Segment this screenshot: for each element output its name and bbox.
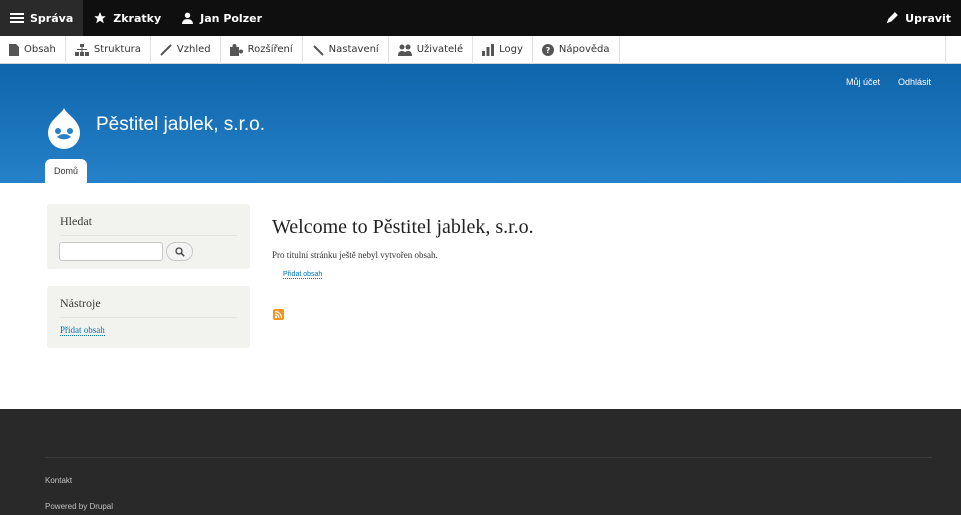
admin-menu-label: Logy bbox=[499, 44, 523, 55]
empty-front-text: Pro titulní stránku ještě nebyl vytvořen… bbox=[272, 250, 438, 260]
admin-menu-item-reports[interactable]: Logy bbox=[473, 35, 533, 64]
toolbar-user[interactable]: Jan Polzer bbox=[171, 0, 272, 36]
star-icon bbox=[94, 12, 107, 24]
tools-add-content-link[interactable]: Přidat obsah bbox=[60, 325, 105, 336]
admin-menu-item-people[interactable]: Uživatelé bbox=[389, 35, 474, 64]
toolbar-manage-label: Správa bbox=[30, 11, 74, 25]
rss-feed-icon[interactable] bbox=[273, 309, 284, 320]
admin-menu-label: Uživatelé bbox=[416, 44, 464, 55]
admin-menu-label: Rozšíření bbox=[247, 44, 293, 55]
toolbar-shortcuts-label: Zkratky bbox=[113, 11, 162, 25]
toolbar-shortcuts[interactable]: Zkratky bbox=[83, 0, 171, 36]
add-content-link[interactable]: Přidat obsah bbox=[283, 271, 323, 279]
users-icon bbox=[397, 44, 412, 56]
admin-menu-item-config[interactable]: Nastavení bbox=[303, 35, 389, 64]
wrench-icon bbox=[312, 44, 324, 56]
footer-contact-link[interactable]: Kontakt bbox=[45, 476, 72, 485]
page-title: Welcome to Pěstitel jablek, s.r.o. bbox=[272, 216, 534, 238]
admin-menu-item-structure[interactable]: Struktura bbox=[66, 35, 151, 64]
logout-link[interactable]: Odhlásit bbox=[898, 77, 931, 87]
sitemap-icon bbox=[74, 43, 89, 56]
site-footer: Kontakt Powered by Drupal bbox=[0, 409, 961, 515]
tools-block-title: Nástroje bbox=[60, 296, 237, 318]
site-name[interactable]: Pěstitel jablek, s.r.o. bbox=[96, 114, 265, 136]
toolbar-edit-label: Upravit bbox=[905, 11, 951, 25]
admin-menu-item-help[interactable]: ? Nápověda bbox=[533, 35, 620, 64]
admin-menu-bar: Obsah Struktura Vzhled Rozšíření Nastave… bbox=[0, 35, 961, 64]
drupal-logo-icon[interactable] bbox=[45, 107, 83, 151]
toolbar-user-label: Jan Polzer bbox=[200, 11, 262, 25]
admin-menu-label: Nápověda bbox=[558, 44, 610, 55]
my-account-link[interactable]: Můj účet bbox=[846, 77, 880, 87]
toolbar-manage[interactable]: Správa bbox=[0, 0, 84, 36]
help-icon: ? bbox=[541, 43, 554, 56]
toolbar-edit[interactable]: Upravit bbox=[875, 0, 961, 36]
footer-powered-by[interactable]: Powered by Drupal bbox=[45, 502, 113, 511]
file-icon bbox=[9, 43, 19, 56]
admin-menu-label: Vzhled bbox=[176, 44, 211, 55]
main-content: Hledat Nástroje Přidat obsah Welcome to … bbox=[0, 183, 961, 409]
pencil-icon bbox=[886, 12, 898, 24]
tab-home[interactable]: Domů bbox=[45, 159, 88, 183]
search-button[interactable] bbox=[166, 242, 193, 261]
svg-text:?: ? bbox=[546, 46, 551, 55]
admin-menu-label: Obsah bbox=[24, 44, 56, 55]
menu-icon bbox=[10, 11, 24, 25]
toolbar-orientation-toggle[interactable] bbox=[945, 35, 961, 64]
search-form bbox=[59, 242, 250, 261]
bar-chart-icon bbox=[482, 43, 495, 56]
search-icon bbox=[174, 246, 185, 257]
search-input[interactable] bbox=[59, 242, 163, 261]
search-block: Hledat bbox=[47, 204, 250, 269]
admin-menu-item-appearance[interactable]: Vzhled bbox=[151, 35, 221, 64]
secondary-menu: Můj účet Odhlásit bbox=[846, 77, 931, 87]
admin-menu-label: Nastavení bbox=[328, 44, 379, 55]
tools-block: Nástroje Přidat obsah bbox=[47, 286, 250, 348]
admin-menu-item-content[interactable]: Obsah bbox=[0, 35, 66, 64]
admin-menu-item-extend[interactable]: Rozšíření bbox=[221, 35, 303, 64]
search-block-title: Hledat bbox=[60, 214, 237, 236]
brush-icon bbox=[160, 43, 172, 56]
puzzle-icon bbox=[229, 43, 243, 56]
admin-toolbar: Správa Zkratky Jan Polzer Upravit bbox=[0, 0, 961, 36]
site-header: Můj účet Odhlásit Pěstitel jablek, s.r.o… bbox=[0, 64, 961, 183]
footer-divider bbox=[45, 457, 932, 458]
user-icon bbox=[182, 12, 194, 24]
admin-menu-label: Struktura bbox=[93, 44, 141, 55]
